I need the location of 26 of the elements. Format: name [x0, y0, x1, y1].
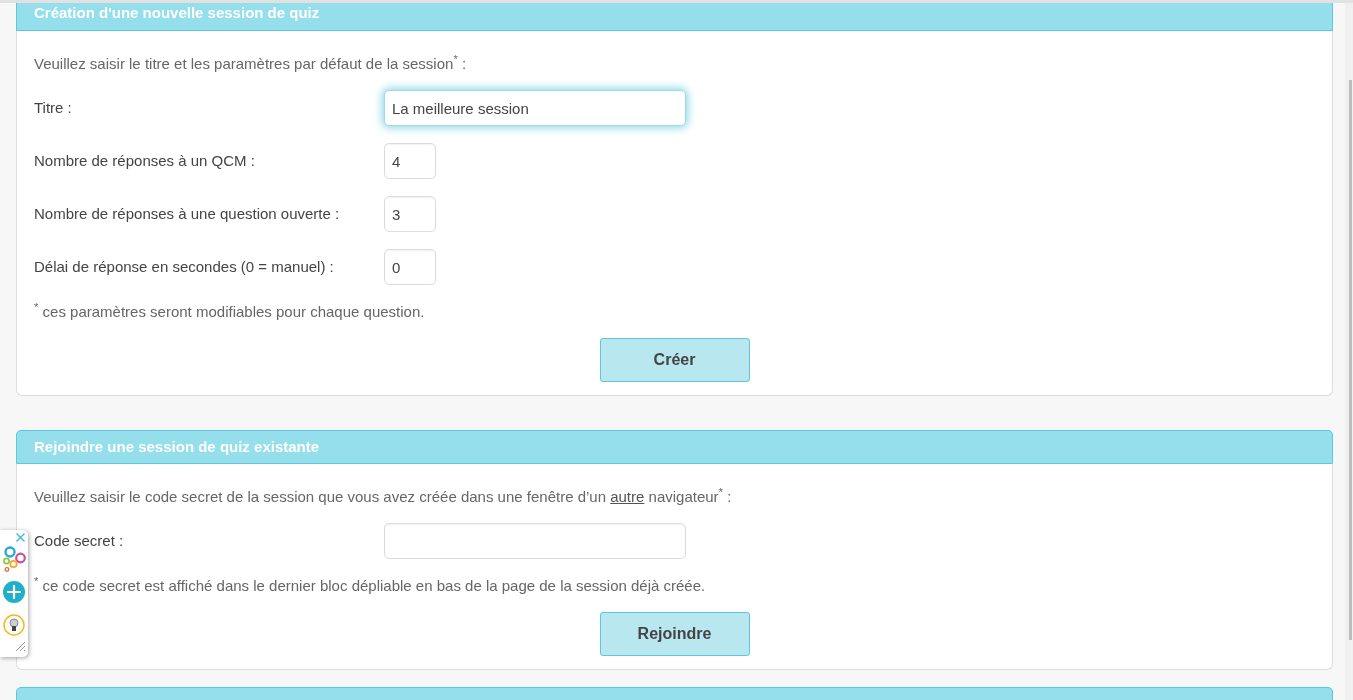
field-label: Code secret :: [34, 531, 125, 551]
close-icon[interactable]: [16, 533, 25, 542]
input-field[interactable]: 3: [384, 196, 436, 232]
submit-button[interactable]: Rejoindre: [599, 612, 750, 656]
input-field[interactable]: 0: [384, 249, 436, 285]
colored-rings-icon[interactable]: [2, 546, 26, 573]
submit-button[interactable]: Créer: [599, 338, 750, 382]
field-label: Délai de réponse en secondes (0 = manuel) :: [34, 257, 335, 277]
scrollbar[interactable]: [1345, 3, 1353, 700]
field-label: Nombre de réponses à un QCM :: [34, 151, 256, 171]
resize-grip-icon[interactable]: [15, 641, 26, 652]
field-label: Nombre de réponses à une question ouverte :: [34, 204, 341, 224]
instruction-text: Veuillez saisir le titre et les paramètres par défaut de la session$^{*}$ :: [34, 54, 468, 74]
instruction-text: Veuillez saisir le code secret de la session que vous avez créée dans une fenêtre d’un autre navigateur$^{*}$ :: [34, 487, 733, 507]
plus-icon[interactable]: [3, 581, 25, 603]
field-label: Titre :: [34, 98, 73, 118]
footnote-text: $^{*}$ ces paramètres seront modifiables pour chaque question.: [34, 302, 426, 322]
lightbulb-icon[interactable]: [3, 614, 25, 636]
inline-link[interactable]: autre: [610, 488, 645, 505]
input-field[interactable]: La meilleure session: [384, 90, 686, 126]
input-field[interactable]: [384, 523, 686, 559]
panel-title: Rejoindre une session de quiz existante: [34, 437, 320, 457]
scrollbar-thumb[interactable]: [1349, 80, 1352, 640]
input-field[interactable]: 4: [384, 143, 436, 179]
footnote-text: $^{*}$ ce code secret est affiché dans le dernier bloc dépliable en bas de la page de la session déjà créée.: [34, 576, 707, 596]
panel-title: Création d'une nouvelle session de quiz: [34, 3, 320, 23]
